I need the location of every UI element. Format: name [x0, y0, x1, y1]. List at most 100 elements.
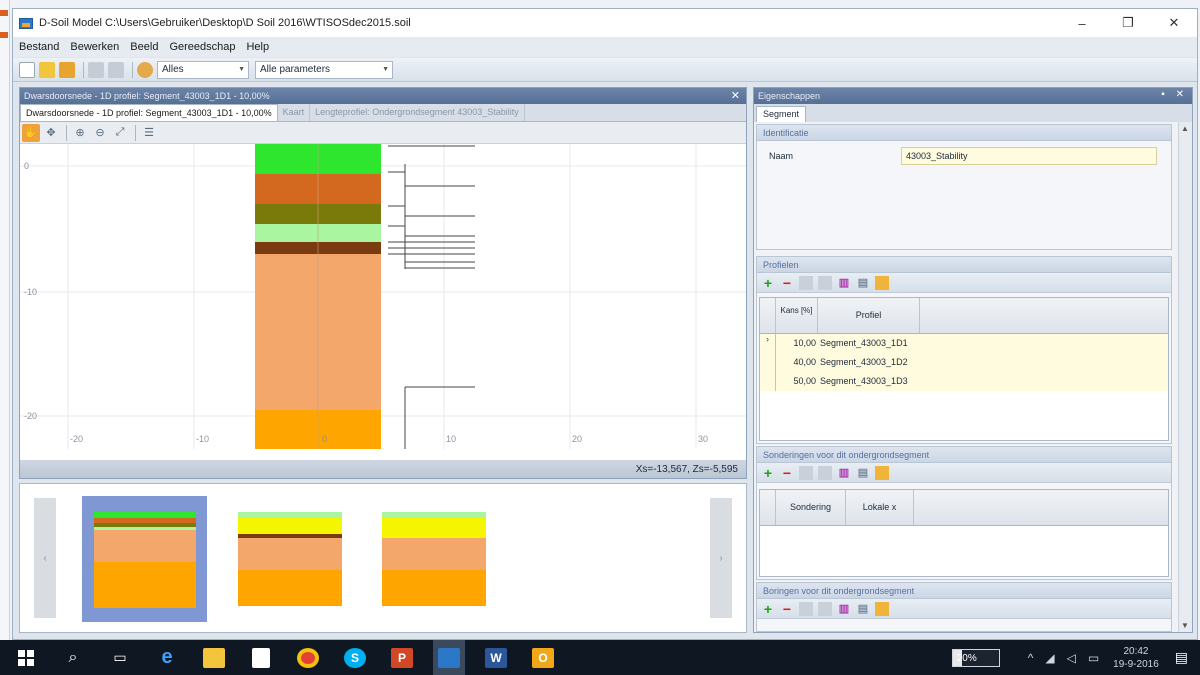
name-field[interactable]: 43003_Stability	[901, 147, 1157, 165]
tab-map[interactable]: Kaart	[278, 104, 311, 121]
remove-icon[interactable]: −	[780, 275, 794, 291]
columns-icon[interactable]: ▤	[856, 466, 870, 480]
taskbar-edge[interactable]: e	[151, 640, 183, 675]
zoom-extent-icon[interactable]: ⤢	[111, 124, 129, 142]
row-selector-icon[interactable]	[760, 353, 776, 372]
taskbar-explorer[interactable]	[198, 640, 230, 675]
profile-thumbnail-1[interactable]	[82, 496, 207, 622]
table-row[interactable]: 50,00 Segment_43003_1D3	[760, 372, 1168, 391]
network-icon[interactable]: ◢	[1045, 651, 1054, 665]
profiel-cell[interactable]: Segment_43003_1D1	[818, 334, 920, 353]
paste-icon[interactable]	[818, 275, 832, 290]
columns-icon[interactable]: ▤	[856, 602, 870, 616]
column-header-sondering[interactable]: Sondering	[776, 490, 846, 525]
profile-thumbnail-3[interactable]	[382, 512, 486, 606]
taskbar-store[interactable]	[245, 640, 277, 675]
redo-icon[interactable]	[108, 61, 124, 78]
paste-icon[interactable]	[818, 601, 832, 616]
new-file-icon[interactable]	[19, 61, 35, 78]
properties-scrollbar[interactable]: ▲ ▼	[1178, 122, 1192, 632]
copy-icon[interactable]	[799, 601, 813, 616]
folder-icon	[203, 647, 225, 668]
remove-icon[interactable]: −	[780, 601, 794, 617]
kans-cell[interactable]: 40,00	[776, 353, 818, 372]
copy-icon[interactable]	[799, 465, 813, 480]
chart-icon[interactable]: ▥	[837, 466, 851, 480]
column-header-kans[interactable]: Kans [%]	[776, 298, 818, 333]
thumbnails-next-button[interactable]: ›	[710, 498, 732, 618]
undo-icon[interactable]	[88, 61, 104, 78]
column-header-lokale-x[interactable]: Lokale x	[846, 490, 914, 525]
add-icon[interactable]: +	[761, 465, 775, 481]
taskbar-chrome[interactable]	[292, 640, 324, 675]
taskbar-outlook[interactable]: O	[527, 640, 559, 675]
close-icon[interactable]: ✕	[731, 89, 740, 102]
export-icon[interactable]	[875, 465, 889, 480]
copy-icon[interactable]	[799, 275, 813, 290]
tab-segment[interactable]: Segment	[756, 106, 807, 122]
filter-select[interactable]: Alles ▼	[157, 60, 249, 79]
search-button[interactable]: ⌕	[57, 640, 89, 675]
row-selector-icon[interactable]	[760, 372, 776, 391]
menu-bestand[interactable]: Bestand	[19, 41, 59, 53]
settings-icon[interactable]	[137, 61, 153, 78]
borings-section: Boringen voor dit ondergrondsegment + − …	[756, 582, 1172, 632]
tab-cross-section[interactable]: Dwarsdoorsnede - 1D profiel: Segment_430…	[20, 104, 278, 121]
kans-cell[interactable]: 10,00	[776, 334, 818, 353]
column-header-profiel[interactable]: Profiel	[818, 298, 920, 333]
chart-icon[interactable]: ▥	[837, 276, 851, 290]
chevron-up-icon[interactable]: ^	[1028, 651, 1034, 665]
paste-icon[interactable]	[818, 465, 832, 480]
select-tool-icon[interactable]: ✋	[22, 123, 40, 142]
taskbar-skype[interactable]: S	[339, 640, 371, 675]
tab-longitudinal-profile[interactable]: Lengteprofiel: Ondergrondsegment 43003_S…	[310, 104, 525, 121]
start-button[interactable]	[10, 640, 42, 675]
thumbnails-prev-button[interactable]: ‹	[34, 498, 56, 618]
panel-controls[interactable]: ▪ ✕	[1161, 89, 1188, 100]
minimize-button[interactable]: –	[1059, 9, 1105, 37]
kans-cell[interactable]: 50,00	[776, 372, 818, 391]
taskbar-dsoil[interactable]	[433, 640, 465, 675]
menu-beeld[interactable]: Beeld	[130, 41, 158, 53]
profile-thumbnail-image	[382, 512, 486, 606]
restore-button[interactable]: ❐	[1105, 9, 1151, 37]
keyboard-icon[interactable]: ▭	[1088, 651, 1099, 665]
battery-indicator[interactable]: 20%	[951, 648, 1000, 667]
columns-icon[interactable]: ▤	[856, 276, 870, 290]
add-icon[interactable]: +	[761, 275, 775, 291]
close-button[interactable]: ✕	[1151, 9, 1197, 37]
identification-section: Identificatie Naam 43003_Stability	[756, 124, 1172, 250]
table-row[interactable]: › 10,00 Segment_43003_1D1	[760, 334, 1168, 353]
zoom-out-icon[interactable]: ⊖	[91, 124, 109, 142]
remove-icon[interactable]: −	[780, 465, 794, 481]
zoom-in-icon[interactable]: ⊕	[71, 124, 89, 142]
row-selector-icon[interactable]: ›	[760, 334, 776, 353]
notifications-icon[interactable]: ▤	[1175, 649, 1188, 666]
task-view-button[interactable]: ▭	[104, 640, 136, 675]
profile-thumbnail-2[interactable]	[238, 512, 342, 606]
scroll-down-icon[interactable]: ▼	[1181, 621, 1189, 630]
add-icon[interactable]: +	[761, 601, 775, 617]
chart-icon[interactable]: ▥	[837, 602, 851, 616]
export-icon[interactable]	[875, 601, 889, 616]
export-icon[interactable]	[875, 275, 889, 290]
taskbar-powerpoint[interactable]: P	[386, 640, 418, 675]
profiel-cell[interactable]: Segment_43003_1D3	[818, 372, 920, 391]
cross-section-plot[interactable]: 0 -10 -20 -20 -10 0 10 20 30	[20, 144, 746, 460]
save-icon[interactable]	[59, 61, 75, 78]
menu-bewerken[interactable]: Bewerken	[70, 41, 119, 53]
legend-icon[interactable]: ☰	[140, 124, 158, 142]
cpt-table: Sondering Lokale x	[759, 489, 1169, 577]
profile-thumbnails-panel: ‹ ›	[19, 483, 747, 633]
table-row[interactable]: 40,00 Segment_43003_1D2	[760, 353, 1168, 372]
menu-help[interactable]: Help	[246, 41, 269, 53]
scroll-up-icon[interactable]: ▲	[1181, 124, 1189, 133]
profiel-cell[interactable]: Segment_43003_1D2	[818, 353, 920, 372]
open-folder-icon[interactable]	[39, 61, 55, 78]
parameter-select[interactable]: Alle parameters ▼	[255, 60, 393, 79]
clock[interactable]: 20:42 19-9-2016	[1113, 645, 1159, 671]
volume-icon[interactable]: ◁	[1067, 651, 1076, 665]
pan-tool-icon[interactable]: ✥	[42, 124, 60, 142]
menu-gereedschap[interactable]: Gereedschap	[169, 41, 235, 53]
taskbar-word[interactable]: W	[480, 640, 512, 675]
